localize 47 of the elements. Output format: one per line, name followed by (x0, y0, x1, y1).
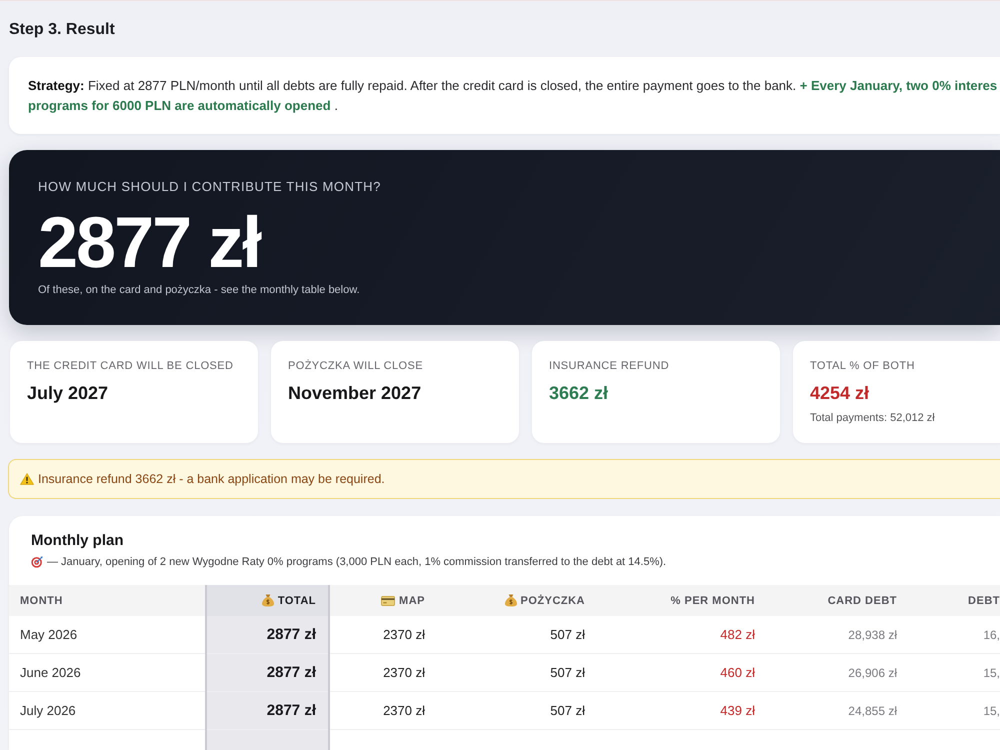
hero-label: HOW MUCH SHOULD I CONTRIBUTE THIS MONTH? (38, 179, 381, 195)
stat-value: 3662 zł (549, 382, 608, 404)
table-cell: 28,938 zł (770, 616, 912, 654)
warning-text: Insurance refund 3662 zł - a bank application may be required. (38, 471, 385, 487)
stat-label: TOTAL % OF BOTH (810, 359, 915, 373)
column-header: % PER MONTH (670, 594, 755, 606)
table-cell: 507 zł (440, 692, 600, 730)
table-cell: 26,906 zł (770, 654, 912, 692)
money-bag-icon (504, 594, 516, 607)
money-bag-icon (262, 594, 274, 607)
warning-icon (20, 473, 34, 485)
strategy-text: Strategy: Fixed at 2877 PLN/month until all debts are fully repaid. After the credit card is closed, the entire payment goes to the bank. + Every January, two 0% interes programs for 6000 PLN are automatically opened . (28, 77, 998, 115)
page-title: Step 3. Result (9, 20, 115, 40)
total-cell: 2877 zł (206, 616, 329, 654)
stat-value: 4254 zł (810, 382, 870, 404)
table-cell: 15, (912, 654, 1000, 692)
contribution-amount: 2877 zł (38, 207, 260, 279)
stat-label: INSURANCE REFUND (549, 359, 670, 373)
table-cell: 2370 zł (329, 616, 440, 654)
stat-value: November 2027 (288, 382, 422, 404)
table-cell: 24,855 zł (770, 692, 912, 730)
hero-note: Of these, on the card and pożyczka - see the monthly table below. (38, 283, 360, 297)
table-cell: 482 zł (600, 616, 770, 654)
column-header: TOTAL (278, 594, 316, 606)
column-header: MONTH (20, 594, 63, 606)
stat-label: POŻYCZKA WILL CLOSE (288, 359, 423, 373)
stat-label: THE CREDIT CARD WILL BE CLOSED (27, 359, 234, 373)
table-cell: 16, (912, 616, 1000, 654)
credit-card-icon (381, 596, 396, 606)
column-header: DEBT (968, 594, 1000, 606)
table-cell: 507 zł (440, 616, 600, 654)
total-cell: 2877 zł (206, 692, 329, 730)
table-cell: 2370 zł (329, 692, 440, 730)
table-cell: 460 zł (600, 654, 770, 692)
column-header: POŻYCZKA (520, 594, 585, 606)
plan-note: — January, opening of 2 new Wygodne Raty 0% programs (3,000 PLN each, 1% commission transferred to the debt at 14.5%). (47, 555, 666, 569)
table-cell: 2370 zł (329, 654, 440, 692)
target-icon (31, 556, 43, 568)
table-cell: 507 zł (440, 654, 600, 692)
plan-title: Monthly plan (31, 532, 124, 550)
stat-value: July 2027 (27, 382, 108, 404)
stat-note: Total payments: 52,012 zł (810, 411, 935, 425)
total-cell: 2877 zł (206, 654, 329, 692)
column-header: MAP (399, 594, 425, 607)
table-cell: 439 zł (600, 692, 770, 730)
column-header: CARD DEBT (828, 594, 897, 606)
table-cell: 15, (912, 692, 1000, 730)
